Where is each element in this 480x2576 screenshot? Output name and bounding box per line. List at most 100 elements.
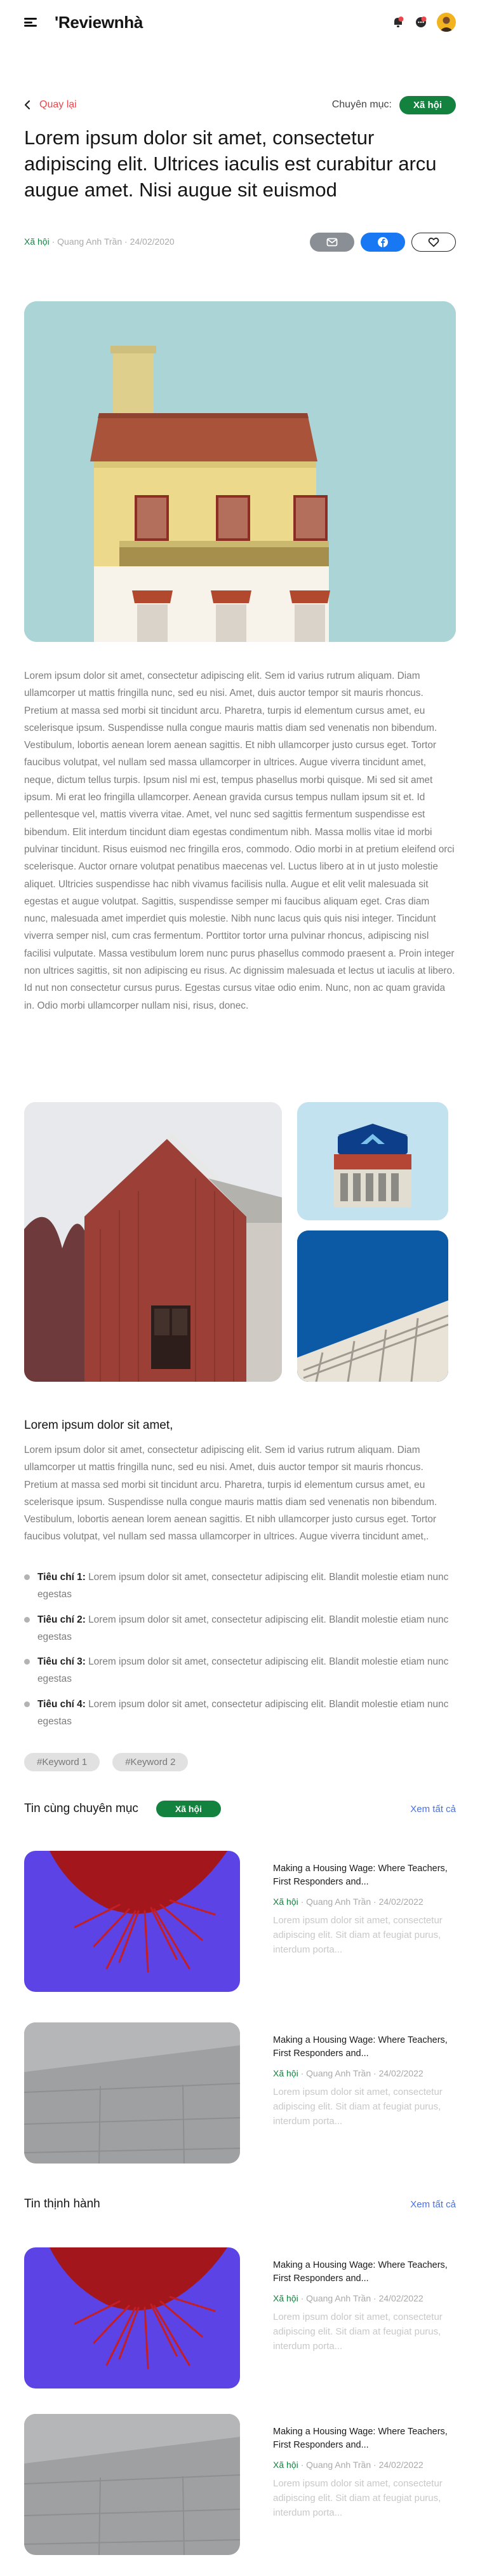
- card-title[interactable]: Making a Housing Wage: Where Teachers, F…: [273, 2425, 456, 2452]
- criteria-text: Lorem ipsum dolor sit amet, consectetur …: [37, 1614, 449, 1642]
- criteria-text: Lorem ipsum dolor sit amet, consectetur …: [37, 1572, 449, 1600]
- back-label: Quay lại: [39, 99, 77, 110]
- facebook-share-button[interactable]: [361, 233, 405, 252]
- keyword-tag[interactable]: #Keyword 1: [24, 1753, 100, 1771]
- criteria-text: Lorem ipsum dolor sit amet, consectetur …: [37, 1698, 449, 1728]
- card-excerpt: Lorem ipsum dolor sit amet, consectetur …: [273, 2478, 443, 2518]
- card-meta: Xã hội · Quang Anh Trần · 24/02/2022: [273, 2068, 456, 2078]
- meta-separator: ·: [298, 2068, 307, 2078]
- card-category[interactable]: Xã hội: [273, 2460, 298, 2470]
- criteria-text: Lorem ipsum dolor sit amet, consectetur …: [37, 1656, 449, 1685]
- card-category[interactable]: Xã hội: [273, 2293, 298, 2303]
- bullet-dot: [24, 1659, 30, 1665]
- header-actions: [391, 13, 456, 32]
- card-info: Making a Housing Wage: Where Teachers, F…: [273, 1862, 456, 1957]
- bullet-dot: [24, 1616, 30, 1623]
- article-paragraph-1: Lorem ipsum dolor sit amet, consectetur …: [24, 671, 455, 1011]
- meta-separator: ·: [371, 2293, 379, 2303]
- notification-icon[interactable]: [391, 15, 405, 29]
- related-category-badge[interactable]: Xã hội: [156, 1801, 221, 1817]
- card-title[interactable]: Making a Housing Wage: Where Teachers, F…: [273, 2034, 456, 2061]
- meta-author: Quang Anh Trần: [57, 236, 123, 247]
- bullet-dot: [24, 1574, 30, 1580]
- card-info: Making a Housing Wage: Where Teachers, F…: [273, 2425, 456, 2520]
- meta-separator: ·: [49, 236, 58, 247]
- trending-see-all-link[interactable]: Xem tất cả: [410, 2199, 456, 2210]
- card-image-plant: [24, 1851, 240, 1992]
- card-meta: Xã hội · Quang Anh Trần · 24/02/2022: [273, 2460, 456, 2470]
- gallery-image-building: [297, 1230, 448, 1382]
- menu-icon[interactable]: [24, 18, 37, 27]
- mail-icon: [326, 238, 338, 247]
- chevron-left-icon: [24, 100, 30, 110]
- criteria-label: Tiêu chí 1:: [37, 1572, 86, 1583]
- bullet-dot: [24, 1701, 30, 1707]
- criteria-label: Tiêu chí 4:: [37, 1698, 86, 1710]
- article-nav: Quay lại Chuyên mục: Xã hội: [24, 95, 456, 114]
- gallery-image-tower: [297, 1102, 448, 1220]
- site-logo[interactable]: 'Reviewnhà: [55, 13, 143, 32]
- meta-separator: ·: [298, 2460, 307, 2470]
- trending-article-card[interactable]: Making a Housing Wage: Where Teachers, F…: [24, 2414, 456, 2555]
- meta-separator: ·: [371, 1897, 379, 1907]
- criteria-label: Tiêu chí 3:: [37, 1656, 86, 1668]
- card-excerpt: Lorem ipsum dolor sit amet, consectetur …: [273, 2087, 443, 2127]
- category-badge[interactable]: Xã hội: [399, 95, 456, 114]
- card-date: 24/02/2022: [378, 2293, 423, 2303]
- card-author: Quang Anh Trần: [306, 2293, 371, 2303]
- card-category[interactable]: Xã hội: [273, 1897, 298, 1907]
- card-author: Quang Anh Trần: [306, 1897, 371, 1907]
- card-info: Making a Housing Wage: Where Teachers, F…: [273, 2259, 456, 2354]
- criteria-item: Tiêu chí 4: Lorem ipsum dolor sit amet, …: [24, 1696, 456, 1731]
- trending-title: Tin thịnh hành: [24, 2197, 100, 2211]
- hero-image: [24, 301, 456, 642]
- card-author: Quang Anh Trần: [306, 2460, 371, 2470]
- article-meta: Xã hội · Quang Anh Trần · 24/02/2020: [24, 236, 175, 247]
- meta-separator: ·: [371, 2068, 379, 2078]
- keyword-tag[interactable]: #Keyword 2: [112, 1753, 189, 1771]
- mail-share-button[interactable]: [310, 233, 354, 252]
- criteria-item: Tiêu chí 1: Lorem ipsum dolor sit amet, …: [24, 1569, 456, 1604]
- trending-article-card[interactable]: Making a Housing Wage: Where Teachers, F…: [24, 2247, 456, 2389]
- card-date: 24/02/2022: [378, 2068, 423, 2078]
- related-section-header: Tin cùng chuyên mục Xã hội Xem tất cả: [24, 1799, 456, 1819]
- meta-date: 24/02/2020: [130, 236, 175, 247]
- back-link[interactable]: Quay lại: [24, 99, 77, 111]
- article-paragraph-2: Lorem ipsum dolor sit amet, consectetur …: [24, 1445, 437, 1543]
- card-meta: Xã hội · Quang Anh Trần · 24/02/2022: [273, 1897, 456, 1907]
- heart-icon: [428, 237, 439, 247]
- card-category[interactable]: Xã hội: [273, 2068, 298, 2078]
- related-see-all-link[interactable]: Xem tất cả: [410, 1804, 456, 1815]
- meta-separator: ·: [122, 236, 130, 247]
- meta-category[interactable]: Xã hội: [24, 236, 50, 247]
- share-actions: [310, 233, 456, 252]
- category-selector: Chuyên mục: Xã hội: [331, 95, 456, 114]
- gallery-image-barn: [24, 1102, 282, 1382]
- article-subheading: Lorem ipsum dolor sit amet,: [24, 1419, 173, 1432]
- card-author: Quang Anh Trần: [306, 2068, 371, 2078]
- user-avatar[interactable]: [437, 13, 456, 32]
- card-date: 24/02/2022: [378, 1897, 423, 1907]
- keyword-tags: #Keyword 1 #Keyword 2: [24, 1753, 189, 1771]
- criteria-label: Tiêu chí 2:: [37, 1614, 86, 1625]
- related-article-card[interactable]: Making a Housing Wage: Where Teachers, F…: [24, 1851, 456, 1992]
- card-excerpt: Lorem ipsum dolor sit amet, consectetur …: [273, 2312, 443, 2352]
- card-image-plant: [24, 2247, 240, 2389]
- meta-separator: ·: [298, 2293, 307, 2303]
- card-title[interactable]: Making a Housing Wage: Where Teachers, F…: [273, 2259, 456, 2286]
- card-title[interactable]: Making a Housing Wage: Where Teachers, F…: [273, 1862, 456, 1889]
- criteria-item: Tiêu chí 2: Lorem ipsum dolor sit amet, …: [24, 1611, 456, 1646]
- category-label: Chuyên mục:: [331, 99, 392, 110]
- related-article-card[interactable]: Making a Housing Wage: Where Teachers, F…: [24, 2022, 456, 2164]
- card-image-wall: [24, 2022, 240, 2164]
- chat-icon[interactable]: [414, 15, 428, 29]
- card-excerpt: Lorem ipsum dolor sit amet, consectetur …: [273, 1915, 443, 1955]
- top-header: 'Reviewnhà: [0, 0, 480, 44]
- card-info: Making a Housing Wage: Where Teachers, F…: [273, 2034, 456, 2129]
- related-title: Tin cùng chuyên mục: [24, 1802, 138, 1815]
- card-meta: Xã hội · Quang Anh Trần · 24/02/2022: [273, 2293, 456, 2303]
- trending-section-header: Tin thịnh hành Xem tất cả: [24, 2194, 456, 2214]
- card-date: 24/02/2022: [378, 2460, 423, 2470]
- favorite-button[interactable]: [411, 233, 456, 252]
- meta-separator: ·: [371, 2460, 379, 2470]
